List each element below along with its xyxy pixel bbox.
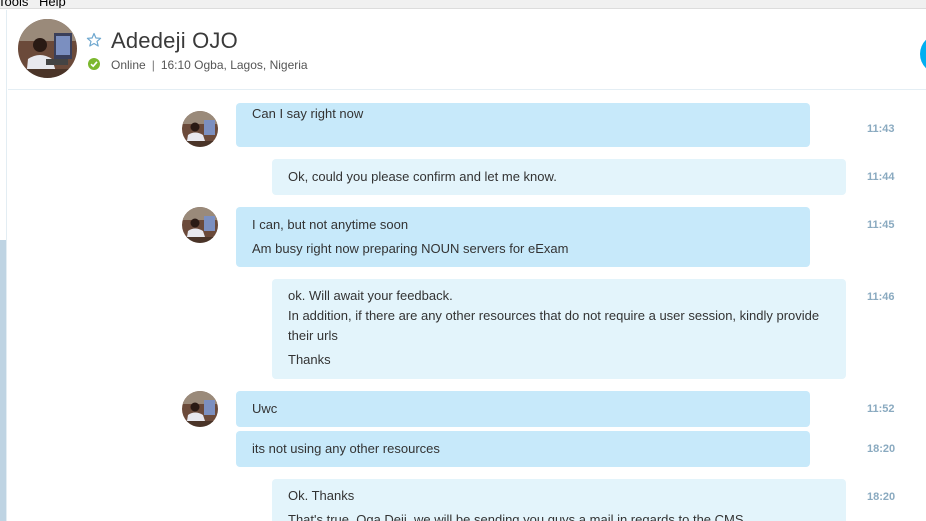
message-text: In addition, if there are any other reso… bbox=[288, 308, 820, 343]
status-separator: | bbox=[151, 58, 155, 72]
message-text: That's true, Oga Deji, we will be sendin… bbox=[288, 512, 744, 521]
skype-chat-window: Tools Help Adedeji OJO Online | 16:10 Og… bbox=[0, 0, 926, 521]
message-text: Uwc bbox=[252, 401, 278, 416]
message-time: 11:44 bbox=[867, 171, 895, 183]
sender-avatar[interactable] bbox=[182, 111, 218, 147]
message-time: 11:46 bbox=[867, 291, 895, 303]
message-time: 11:43 bbox=[867, 123, 895, 135]
message-time: 18:20 bbox=[867, 491, 896, 503]
message-text: Ok. Thanks bbox=[288, 488, 355, 503]
message-time: 11:52 bbox=[867, 403, 895, 415]
menu-help[interactable]: Help bbox=[39, 0, 66, 8]
sender-avatar[interactable] bbox=[182, 207, 218, 243]
star-outline-icon[interactable] bbox=[86, 32, 102, 48]
menu-tools[interactable]: Tools bbox=[0, 0, 28, 8]
message-text: Ok, could you please confirm and let me … bbox=[288, 169, 557, 184]
message-bubble[interactable]: Can I say right now bbox=[236, 103, 810, 147]
contact-name: Adedeji OJO bbox=[111, 28, 238, 53]
message-bubble[interactable]: I can, but not anytime soon Am busy righ… bbox=[236, 207, 810, 267]
menu-bar: Tools Help bbox=[0, 0, 926, 9]
message-text: its not using any other resources bbox=[252, 441, 440, 456]
contact-status-line: Online | 16:10 Ogba, Lagos, Nigeria bbox=[111, 58, 308, 72]
message-text: Thanks bbox=[288, 352, 331, 367]
message-bubble[interactable]: Ok. Thanks That's true, Oga Deji, we wil… bbox=[272, 479, 846, 521]
sender-avatar[interactable] bbox=[182, 391, 218, 427]
message-bubble[interactable]: Ok, could you please confirm and let me … bbox=[272, 159, 846, 195]
left-pane-scrollbar[interactable] bbox=[0, 240, 6, 521]
message-time: 18:20 bbox=[867, 443, 896, 455]
message-text: Am busy right now preparing NOUN servers… bbox=[252, 241, 569, 256]
message-time: 11:45 bbox=[867, 219, 895, 231]
message-history: Thursday Can I say right now 11:43 Ok, c… bbox=[8, 91, 926, 521]
presence-status: Online bbox=[111, 58, 146, 72]
online-check-icon bbox=[88, 58, 100, 70]
contact-local-info: 16:10 Ogba, Lagos, Nigeria bbox=[160, 58, 308, 72]
call-button-icon[interactable] bbox=[920, 34, 926, 74]
message-bubble[interactable]: Uwc bbox=[236, 391, 810, 427]
left-pane-edge bbox=[0, 10, 7, 521]
message-text: ok. Will await your feedback. bbox=[288, 288, 453, 303]
message-bubble[interactable]: ok. Will await your feedback. In additio… bbox=[272, 279, 846, 379]
message-bubble[interactable]: its not using any other resources bbox=[236, 431, 810, 467]
message-text: Can I say right now bbox=[252, 106, 364, 121]
message-text: I can, but not anytime soon bbox=[252, 217, 409, 232]
conversation-header: Adedeji OJO Online | 16:10 Ogba, Lagos, Ni… bbox=[8, 10, 926, 90]
contact-avatar[interactable] bbox=[18, 19, 77, 78]
